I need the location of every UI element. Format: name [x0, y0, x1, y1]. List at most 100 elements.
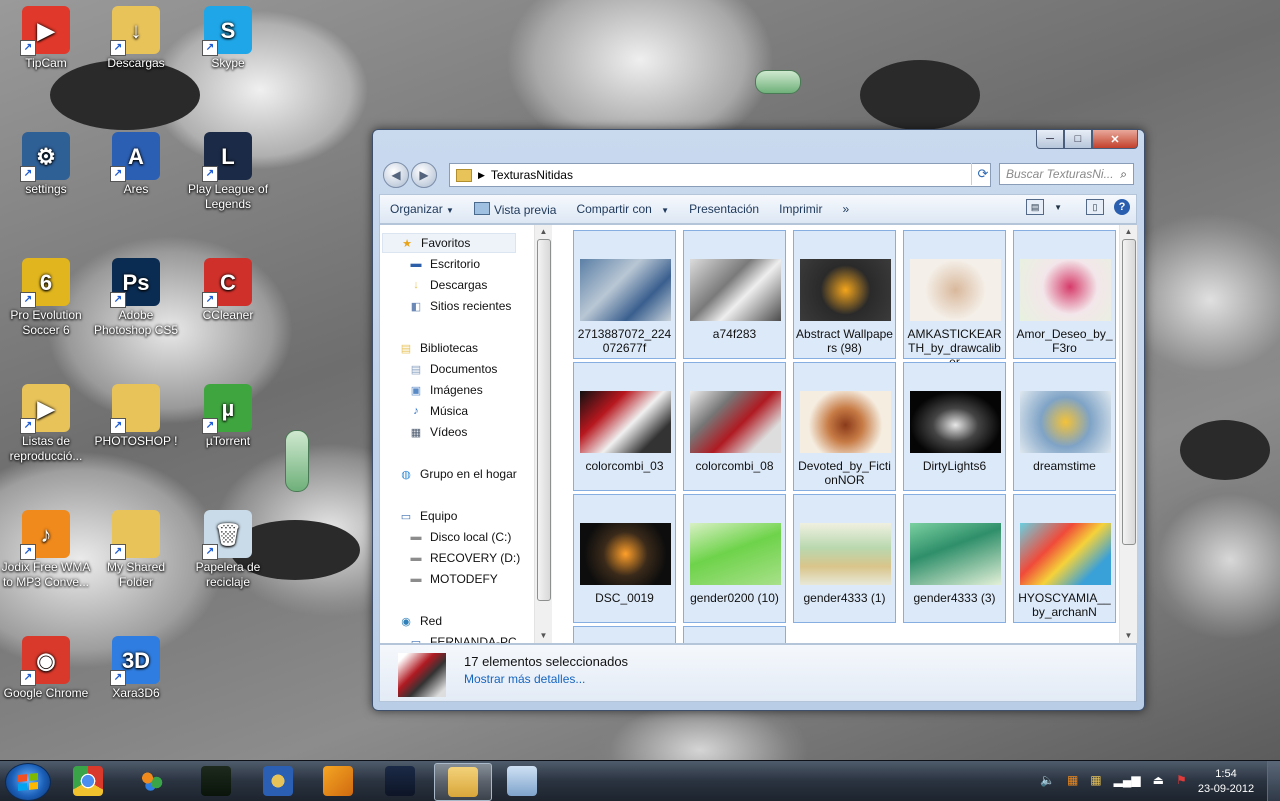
- start-button[interactable]: [5, 763, 51, 801]
- file-item[interactable]: Abstract Wallpapers (98): [793, 230, 896, 359]
- nav-item[interactable]: ▣ Imágenes: [408, 380, 483, 400]
- file-item[interactable]: DSC_0019: [573, 494, 676, 623]
- desktop-icon[interactable]: ▶ ↗ TipCam: [0, 6, 92, 71]
- nav-item[interactable]: ▬ Escritorio: [408, 254, 481, 274]
- nav-item[interactable]: ▬ RECOVERY (D:): [408, 548, 521, 568]
- shortcut-arrow-icon: ↗: [20, 40, 36, 56]
- nav-item[interactable]: ↓ Descargas: [408, 275, 487, 295]
- file-item[interactable]: [683, 626, 786, 643]
- nav-item[interactable]: ▤ Documentos: [408, 359, 498, 379]
- nav-item[interactable]: ◧ Sitios recientes: [408, 296, 512, 316]
- desktop-icon[interactable]: ↗ PHOTOSHOP !: [90, 384, 182, 449]
- taskbar-button[interactable]: [124, 763, 180, 799]
- preview-button[interactable]: Vista previa: [464, 201, 566, 217]
- back-button[interactable]: ◀: [383, 162, 409, 188]
- slideshow-button[interactable]: Presentación: [679, 202, 769, 216]
- desktop-icon-label: Listas de reproducció...: [9, 434, 83, 463]
- tray-app-icon[interactable]: ▦: [1067, 773, 1078, 787]
- desktop-icon[interactable]: C ↗ CCleaner: [182, 258, 274, 323]
- desktop-icon[interactable]: ↓ ↗ Descargas: [90, 6, 182, 71]
- network-signal-icon[interactable]: ▂▄▆: [1114, 773, 1141, 787]
- desktop-icon[interactable]: µ ↗ µTorrent: [182, 384, 274, 449]
- address-bar[interactable]: ▶ TexturasNitidas: [449, 163, 991, 187]
- show-desktop-button[interactable]: [1267, 761, 1280, 801]
- desktop-icon[interactable]: ♪ ↗ Jodix Free WMA to MP3 Conve...: [0, 510, 92, 590]
- nav-item[interactable]: ♪ Música: [408, 401, 468, 421]
- desktop-icon[interactable]: S ↗ Skype: [182, 6, 274, 71]
- scroll-thumb[interactable]: [537, 239, 551, 601]
- desktop-icon[interactable]: ⚙ ↗ settings: [0, 132, 92, 197]
- file-item[interactable]: 2713887072_224072677f: [573, 230, 676, 359]
- shortcut-arrow-icon: ↗: [110, 292, 126, 308]
- navigation-scrollbar[interactable]: ▲ ▼: [534, 225, 552, 643]
- organize-button[interactable]: Organizar ▼: [380, 202, 464, 216]
- desktop-icon[interactable]: 🗑 ↗ Papelera de reciclaje: [182, 510, 274, 590]
- desktop-icon[interactable]: ▶ ↗ Listas de reproducció...: [0, 384, 92, 464]
- desktop-icon[interactable]: ◉ ↗ Google Chrome: [0, 636, 92, 701]
- taskbar-button[interactable]: [188, 763, 244, 799]
- file-item[interactable]: gender4333 (1): [793, 494, 896, 623]
- desktop-icon[interactable]: A ↗ Ares: [90, 132, 182, 197]
- explorer-window[interactable]: ─ □ ✕ ◀ ▶ ▶ TexturasNitidas ⟳ Buscar Tex…: [372, 129, 1145, 711]
- desktop-icon[interactable]: Ps ↗ Adobe Photoshop CS5: [90, 258, 182, 338]
- close-button[interactable]: ✕: [1092, 130, 1138, 149]
- nav-item[interactable]: ▭ Equipo: [398, 506, 458, 526]
- maximize-button[interactable]: □: [1064, 130, 1092, 149]
- nav-item[interactable]: ▬ Disco local (C:): [408, 527, 512, 547]
- nav-item[interactable]: ▦ Vídeos: [408, 422, 468, 442]
- scroll-down-icon[interactable]: ▼: [1120, 629, 1137, 643]
- file-item[interactable]: AMKASTICKEARTH_by_drawcaliber: [903, 230, 1006, 369]
- nav-item[interactable]: ★ Favoritos: [382, 233, 516, 253]
- scroll-thumb[interactable]: [1122, 239, 1136, 545]
- utorrent-icon: µ ↗: [202, 384, 252, 434]
- help-icon[interactable]: ?: [1114, 199, 1130, 215]
- scroll-down-icon[interactable]: ▼: [535, 629, 552, 643]
- system-clock[interactable]: 1:54 23-09-2012: [1196, 767, 1256, 797]
- print-button[interactable]: Imprimir: [769, 202, 832, 216]
- file-item[interactable]: gender4333 (3): [903, 494, 1006, 623]
- scroll-up-icon[interactable]: ▲: [535, 225, 552, 239]
- file-item[interactable]: DirtyLights6: [903, 362, 1006, 491]
- file-item[interactable]: colorcombi_03: [573, 362, 676, 491]
- file-item[interactable]: HYOSCYAMIA__by_archanN: [1013, 494, 1116, 623]
- nav-item[interactable]: ▬ MOTODEFY: [408, 569, 498, 589]
- file-item[interactable]: colorcombi_08: [683, 362, 786, 491]
- forward-button[interactable]: ▶: [411, 162, 437, 188]
- file-item[interactable]: gender0200 (10): [683, 494, 786, 623]
- desktop-icon[interactable]: 3D ↗ Xara3D6: [90, 636, 182, 701]
- taskbar-button[interactable]: [434, 763, 492, 801]
- show-more-details-link[interactable]: Mostrar más detalles...: [464, 672, 585, 686]
- file-item[interactable]: [573, 626, 676, 643]
- desktop-icon[interactable]: L ↗ Play League of Legends: [182, 132, 274, 212]
- share-button[interactable]: Compartir con ▼: [566, 202, 679, 216]
- taskbar-button[interactable]: [310, 763, 366, 799]
- file-item[interactable]: a74f283: [683, 230, 786, 359]
- search-input[interactable]: Buscar TexturasNi... ⌕: [999, 163, 1134, 185]
- refresh-button[interactable]: ⟳: [971, 163, 994, 185]
- change-view-icon[interactable]: ▤: [1026, 199, 1045, 215]
- tray-app-icon[interactable]: ▦: [1090, 773, 1101, 787]
- preview-pane-icon[interactable]: ▯: [1086, 199, 1104, 215]
- content-scrollbar[interactable]: ▲ ▼: [1119, 225, 1137, 643]
- volume-icon[interactable]: 🔈: [1040, 773, 1055, 787]
- breadcrumb-current[interactable]: TexturasNitidas: [491, 168, 573, 182]
- more-commands-button[interactable]: »: [832, 202, 859, 216]
- safely-remove-icon[interactable]: ⏏: [1153, 773, 1164, 787]
- desktop-icon[interactable]: 6 ↗ Pro Evolution Soccer 6: [0, 258, 92, 338]
- taskbar-button[interactable]: [372, 763, 428, 799]
- taskbar-button[interactable]: [494, 763, 550, 799]
- nav-item[interactable]: ▤ Bibliotecas: [398, 338, 478, 358]
- desktop-icon[interactable]: ↗ My Shared Folder: [90, 510, 182, 590]
- action-center-icon[interactable]: ⚑: [1176, 773, 1187, 787]
- scroll-up-icon[interactable]: ▲: [1120, 225, 1137, 239]
- file-item[interactable]: Amor_Deseo_by_F3ro: [1013, 230, 1116, 359]
- nav-item[interactable]: ▭ FERNANDA-PC: [408, 632, 517, 643]
- taskbar-button[interactable]: [60, 763, 116, 799]
- taskbar-button[interactable]: [250, 763, 306, 799]
- minimize-button[interactable]: ─: [1036, 130, 1064, 149]
- file-item[interactable]: Devoted_by_FictionNOR: [793, 362, 896, 491]
- file-item[interactable]: dreamstime: [1013, 362, 1116, 491]
- chevron-down-icon[interactable]: ▼: [1054, 203, 1062, 212]
- nav-item[interactable]: ◍ Grupo en el hogar: [398, 464, 517, 484]
- nav-item[interactable]: ◉ Red: [398, 611, 442, 631]
